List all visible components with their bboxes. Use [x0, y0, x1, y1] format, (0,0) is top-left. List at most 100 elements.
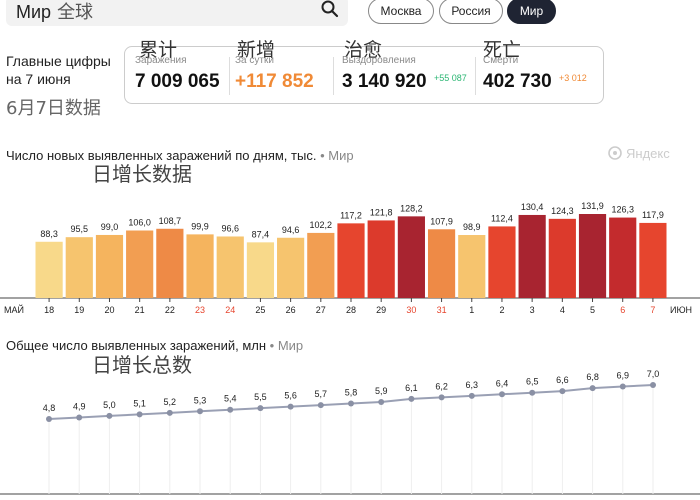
- stat-recovered-delta: +55 087: [434, 73, 467, 83]
- summary-card: 累计 Заражения 7 009 065 新增 За сутки +117 …: [124, 39, 604, 104]
- yandex-logo-icon: [608, 146, 622, 160]
- x-axis-tick-label: 27: [316, 305, 326, 315]
- search-query: Мир 全球: [16, 0, 93, 24]
- x-axis-tick-label: 24: [225, 305, 235, 315]
- total-point-value-label: 5,9: [375, 386, 388, 396]
- total-point-value-label: 6,3: [466, 380, 479, 390]
- x-axis-tick-label: 5: [590, 305, 595, 315]
- search-input[interactable]: Мир 全球: [6, 0, 348, 26]
- daily-bar: [35, 241, 63, 298]
- x-axis-tick-label: 25: [255, 305, 265, 315]
- x-axis-tick-label: 4: [560, 305, 565, 315]
- x-axis-tick-label: 18: [44, 305, 54, 315]
- daily-bar-value-label: 99,0: [101, 222, 119, 232]
- total-point-value-label: 6,8: [586, 372, 599, 382]
- daily-bar: [609, 217, 637, 298]
- total-point-value-label: 4,8: [43, 403, 56, 413]
- total-point: [378, 399, 385, 405]
- daily-bar-value-label: 88,3: [40, 229, 58, 239]
- daily-bar: [639, 222, 667, 298]
- total-chart-subtitle[interactable]: • Мир: [270, 338, 303, 353]
- region-pill-russia[interactable]: Россия: [439, 0, 503, 24]
- stat-infections-caption: Заражения: [135, 55, 187, 66]
- region-pill-world[interactable]: Мир: [507, 0, 556, 24]
- daily-bar-value-label: 102,2: [310, 220, 333, 230]
- total-point: [197, 408, 203, 415]
- x-axis-end-label: ИЮН: [670, 305, 692, 315]
- daily-bar: [397, 216, 425, 298]
- daily-bar: [427, 229, 456, 298]
- x-axis-tick-label: 6: [620, 305, 625, 315]
- summary-label-cn: 6月7日数据: [6, 98, 101, 119]
- total-point-value-label: 5,8: [345, 388, 358, 398]
- daily-bar-value-label: 94,6: [282, 225, 300, 235]
- total-point: [468, 392, 475, 399]
- total-point-value-label: 6,4: [496, 378, 509, 388]
- x-axis-tick-label: 29: [376, 305, 386, 315]
- search-icon[interactable]: [320, 0, 340, 19]
- total-point: [106, 412, 113, 419]
- total-point: [589, 385, 596, 392]
- yandex-brand: Яндекс: [608, 146, 670, 161]
- daily-bar-value-label: 99,9: [191, 221, 209, 231]
- daily-bar: [337, 223, 365, 298]
- total-point: [287, 403, 294, 410]
- daily-bar-value-label: 124,3: [551, 206, 574, 216]
- total-point-value-label: 6,1: [405, 383, 418, 393]
- daily-bar-value-label: 121,8: [370, 207, 393, 217]
- total-point-value-label: 5,1: [133, 398, 146, 408]
- top-bar: Мир 全球 Москва Россия Мир: [0, 0, 700, 34]
- total-point: [317, 402, 324, 409]
- daily-bar: [307, 232, 335, 298]
- stat-recovered-caption: Выздоровления: [342, 55, 416, 66]
- daily-bar-value-label: 130,4: [521, 202, 544, 212]
- daily-bar: [518, 214, 546, 298]
- total-point: [136, 411, 143, 418]
- x-axis-tick-label: 28: [346, 305, 356, 315]
- daily-bar-value-label: 128,2: [400, 203, 423, 213]
- daily-bar: [246, 242, 275, 298]
- daily-bar: [578, 214, 607, 298]
- daily-bar-value-label: 117,9: [642, 210, 664, 220]
- daily-bar-value-label: 108,7: [159, 216, 182, 226]
- daily-bar: [186, 234, 214, 298]
- total-point-value-label: 6,9: [617, 371, 630, 381]
- region-pill-moscow[interactable]: Москва: [368, 0, 434, 24]
- daily-bar-value-label: 131,9: [581, 201, 604, 211]
- daily-chart-subtitle[interactable]: • Мир: [320, 148, 353, 163]
- stat-divider: [229, 57, 230, 95]
- total-point: [257, 405, 264, 412]
- x-axis-tick-label: 23: [195, 305, 205, 315]
- stat-divider: [475, 57, 476, 95]
- daily-bar-value-label: 112,4: [491, 213, 513, 223]
- x-axis-tick-label: 2: [499, 305, 504, 315]
- daily-bar: [277, 237, 305, 298]
- total-point-value-label: 5,2: [164, 397, 177, 407]
- stat-deaths-delta: +3 012: [559, 73, 587, 83]
- stat-daily-caption: За сутки: [235, 55, 274, 66]
- total-point: [46, 416, 52, 422]
- x-axis-start-label: МАЙ: [4, 304, 24, 315]
- stat-daily-value: +117 852: [235, 71, 314, 92]
- total-point-value-label: 6,2: [435, 381, 448, 391]
- x-axis-tick-label: 20: [104, 305, 114, 315]
- x-axis-tick-label: 7: [650, 305, 655, 315]
- daily-bar-value-label: 96,6: [221, 223, 239, 233]
- x-axis-tick-label: 3: [530, 305, 535, 315]
- daily-bar-value-label: 98,9: [463, 222, 481, 232]
- total-point-value-label: 5,0: [103, 400, 116, 410]
- total-point: [529, 389, 536, 396]
- x-axis-tick-label: 19: [74, 305, 84, 315]
- total-point-value-label: 5,6: [284, 391, 297, 401]
- daily-bar-value-label: 106,0: [128, 217, 151, 227]
- daily-bar-value-label: 126,3: [611, 205, 634, 215]
- total-point: [227, 406, 234, 413]
- daily-bar: [458, 235, 486, 298]
- daily-bar-chart: МАЙ ИЮН88,31895,51999,020106,021108,72299…: [0, 201, 700, 315]
- summary-label-line2: на 7 июня: [6, 71, 71, 87]
- daily-bar: [65, 237, 93, 298]
- total-point-value-label: 5,7: [315, 389, 328, 399]
- search-query-text: Мир: [16, 2, 52, 22]
- daily-bar: [548, 218, 576, 298]
- daily-bar: [156, 228, 184, 298]
